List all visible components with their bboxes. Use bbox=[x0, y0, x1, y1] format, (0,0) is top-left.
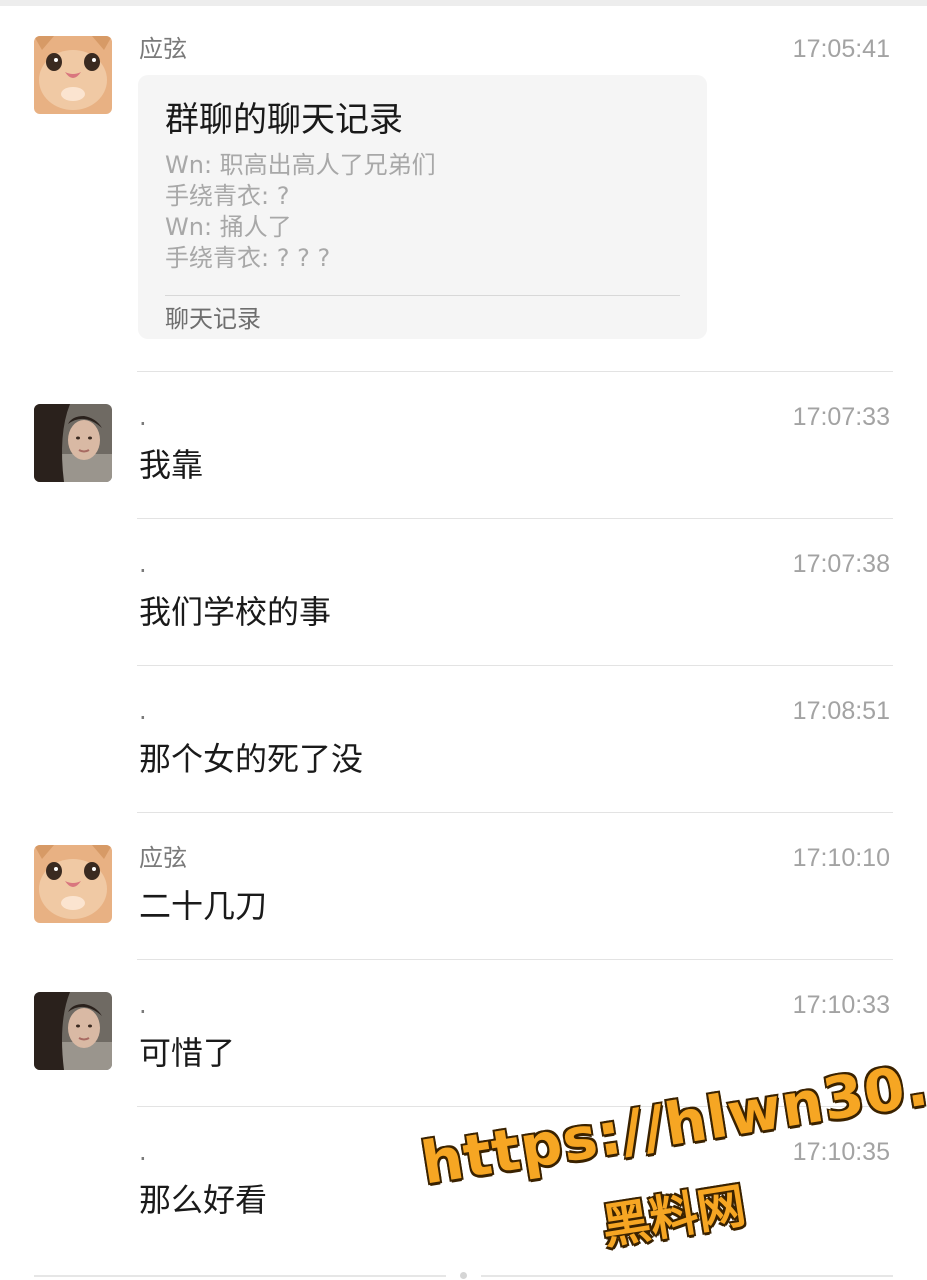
girl-avatar-icon[interactable] bbox=[34, 404, 112, 482]
divider bbox=[137, 665, 893, 666]
message-text: 那么好看 bbox=[139, 1181, 268, 1219]
card-line: 手绕青衣: ? bbox=[165, 182, 290, 210]
divider bbox=[137, 518, 893, 519]
message-text: 那个女的死了没 bbox=[139, 740, 364, 778]
message-time: 17:07:38 bbox=[792, 550, 890, 578]
message-time: 17:07:33 bbox=[792, 403, 890, 431]
sender-name: . bbox=[139, 550, 147, 578]
card-line: 手绕青衣: ? ? ? bbox=[165, 244, 331, 272]
message-time: 17:10:35 bbox=[792, 1138, 890, 1166]
sender-name: . bbox=[139, 991, 147, 1019]
bottom-divider bbox=[34, 1275, 446, 1277]
divider bbox=[137, 371, 893, 372]
card-line: Wn: 职高出高人了兄弟们 bbox=[165, 151, 436, 179]
sender-name: 应弦 bbox=[139, 844, 187, 872]
message-time: 17:08:51 bbox=[792, 697, 890, 725]
card-line: Wn: 捅人了 bbox=[165, 213, 292, 241]
bottom-dot bbox=[460, 1272, 467, 1279]
watermark-url: https://hlwn30.com bbox=[416, 1028, 927, 1198]
message-text: 我们学校的事 bbox=[139, 593, 332, 631]
divider bbox=[137, 1106, 893, 1107]
top-strip bbox=[0, 0, 927, 6]
card-title: 群聊的聊天记录 bbox=[165, 100, 403, 140]
divider bbox=[137, 812, 893, 813]
message-text: 可惜了 bbox=[139, 1034, 236, 1072]
card-divider bbox=[165, 295, 680, 296]
message-time: 17:10:33 bbox=[792, 991, 890, 1019]
cat-avatar-icon[interactable] bbox=[34, 845, 112, 923]
girl-avatar-icon[interactable] bbox=[34, 992, 112, 1070]
message-text: 我靠 bbox=[139, 446, 204, 484]
cat-avatar-icon[interactable] bbox=[34, 36, 112, 114]
chat-history-card[interactable]: 群聊的聊天记录 Wn: 职高出高人了兄弟们 手绕青衣: ? Wn: 捅人了 手绕… bbox=[138, 75, 707, 339]
message-text: 二十几刀 bbox=[139, 887, 268, 925]
divider bbox=[137, 959, 893, 960]
message-time: 17:10:10 bbox=[792, 844, 890, 872]
sender-name: . bbox=[139, 403, 147, 431]
sender-name: . bbox=[139, 1138, 147, 1166]
bottom-divider bbox=[481, 1275, 893, 1277]
watermark: https://hlwn30.com 黑料网 bbox=[412, 1029, 927, 1260]
watermark-name: 黑料网 bbox=[598, 1177, 750, 1256]
sender-name: . bbox=[139, 697, 147, 725]
sender-name: 应弦 bbox=[139, 35, 187, 63]
message-time: 17:05:41 bbox=[792, 35, 890, 63]
card-footer: 聊天记录 bbox=[165, 305, 261, 333]
